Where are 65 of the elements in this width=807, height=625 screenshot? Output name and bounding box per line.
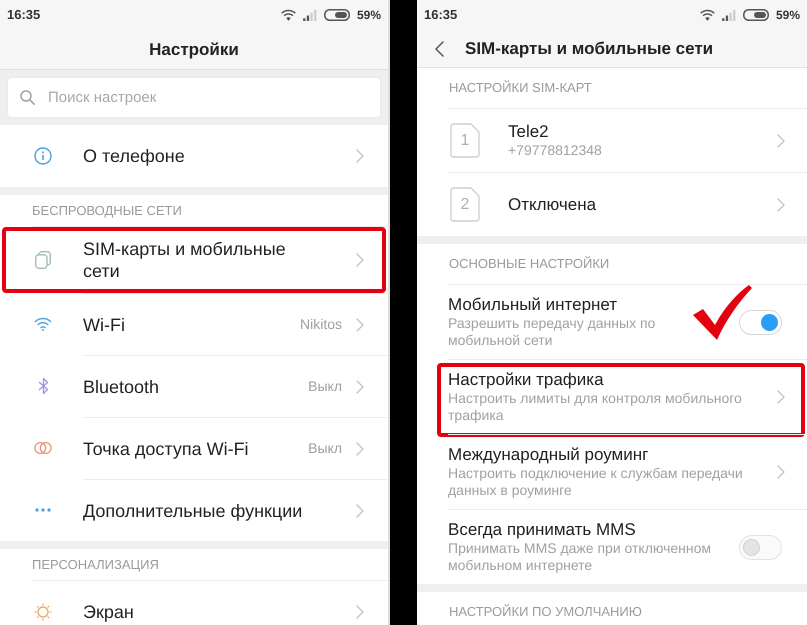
setting-description: Принимать MMS даже при отключенном мобильном интернете — [448, 540, 712, 574]
section-header: НАСТРОЙКИ ПО УМОЛЧАНИЮ — [449, 604, 642, 620]
linked-rings-icon — [34, 441, 52, 455]
sim-slot-number: 2 — [460, 196, 470, 214]
section-header: БЕСПРОВОДНЫЕ СЕТИ — [32, 202, 182, 218]
status-time: 16:35 — [424, 6, 458, 24]
wifi-icon — [34, 317, 52, 331]
more-icon — [35, 508, 51, 512]
sim-card-icon — [450, 187, 480, 222]
setting-label[interactable]: Экран — [83, 601, 134, 623]
toggle-switch[interactable] — [739, 310, 782, 334]
battery-percent: 59% — [356, 7, 381, 24]
sim-slot-number: 1 — [460, 132, 470, 150]
cell-signal-icon — [302, 10, 317, 20]
search-field[interactable]: Поиск настроек — [8, 78, 380, 117]
setting-description: Настроить подключение к службам передачи данных в роуминге — [448, 465, 744, 499]
status-time: 16:35 — [7, 6, 40, 24]
search-icon — [20, 90, 35, 105]
chevron-right-icon — [356, 149, 364, 163]
chevron-right-icon — [356, 442, 364, 456]
setting-label[interactable]: Международный роуминг — [448, 445, 763, 465]
chevron-right-icon — [777, 134, 785, 148]
wifi-signal-icon — [280, 9, 296, 21]
setting-value: Выкл — [308, 377, 342, 396]
sun-icon — [34, 603, 52, 621]
stacked-cards-icon — [35, 251, 51, 269]
section-header: ОСНОВНЫЕ НАСТРОЙКИ — [449, 256, 610, 272]
setting-label[interactable]: Отключена — [508, 194, 777, 214]
chevron-right-icon — [356, 318, 364, 332]
chevron-right-icon — [777, 198, 785, 212]
info-icon — [34, 147, 52, 165]
setting-description: +79778812348 — [508, 142, 603, 159]
setting-value: Выкл — [308, 439, 342, 458]
chevron-right-icon — [356, 380, 364, 394]
setting-label[interactable]: Мобильный интернет — [448, 295, 720, 315]
setting-label[interactable]: Точка доступа Wi-Fi — [83, 438, 249, 460]
setting-label[interactable]: Дополнительные функции — [83, 500, 302, 522]
bluetooth-icon — [38, 377, 48, 395]
setting-label[interactable]: Wi-Fi — [83, 314, 125, 336]
sim-card-icon — [450, 123, 480, 158]
battery-icon — [324, 9, 350, 21]
section-header: ПЕРСОНАЛИЗАЦИЯ — [32, 556, 159, 572]
setting-description: Разрешить передачу данных по мобильной сети — [448, 315, 656, 349]
chevron-right-icon — [356, 605, 364, 619]
cell-signal-icon — [722, 10, 736, 20]
setting-label[interactable]: Настройки трафика — [448, 370, 763, 390]
chevron-right-icon — [777, 465, 785, 479]
setting-label[interactable]: SIM-карты и мобильные сети — [83, 238, 315, 282]
screen-title: Настройки — [149, 38, 239, 61]
setting-description: Настроить лимиты для контроля мобильного трафика — [448, 390, 743, 424]
battery-icon — [742, 9, 769, 21]
chevron-right-icon — [777, 390, 785, 404]
battery-percent: 59% — [776, 7, 800, 24]
setting-label[interactable]: Bluetooth — [83, 376, 160, 398]
chevron-right-icon — [356, 253, 364, 267]
section-header: НАСТРОЙКИ SIM-КАРТ — [449, 80, 592, 96]
chevron-right-icon — [356, 504, 364, 518]
screen-title: SIM-карты и мобильные сети — [465, 38, 714, 60]
wifi-signal-icon — [700, 9, 715, 21]
setting-value: Nikitos — [300, 315, 342, 334]
back-icon[interactable] — [435, 40, 444, 56]
setting-label[interactable]: Всегда принимать MMS — [448, 520, 720, 540]
toggle-switch[interactable] — [739, 534, 782, 560]
setting-label[interactable]: О телефоне — [83, 145, 185, 167]
setting-label[interactable]: Tele2 — [508, 122, 777, 142]
